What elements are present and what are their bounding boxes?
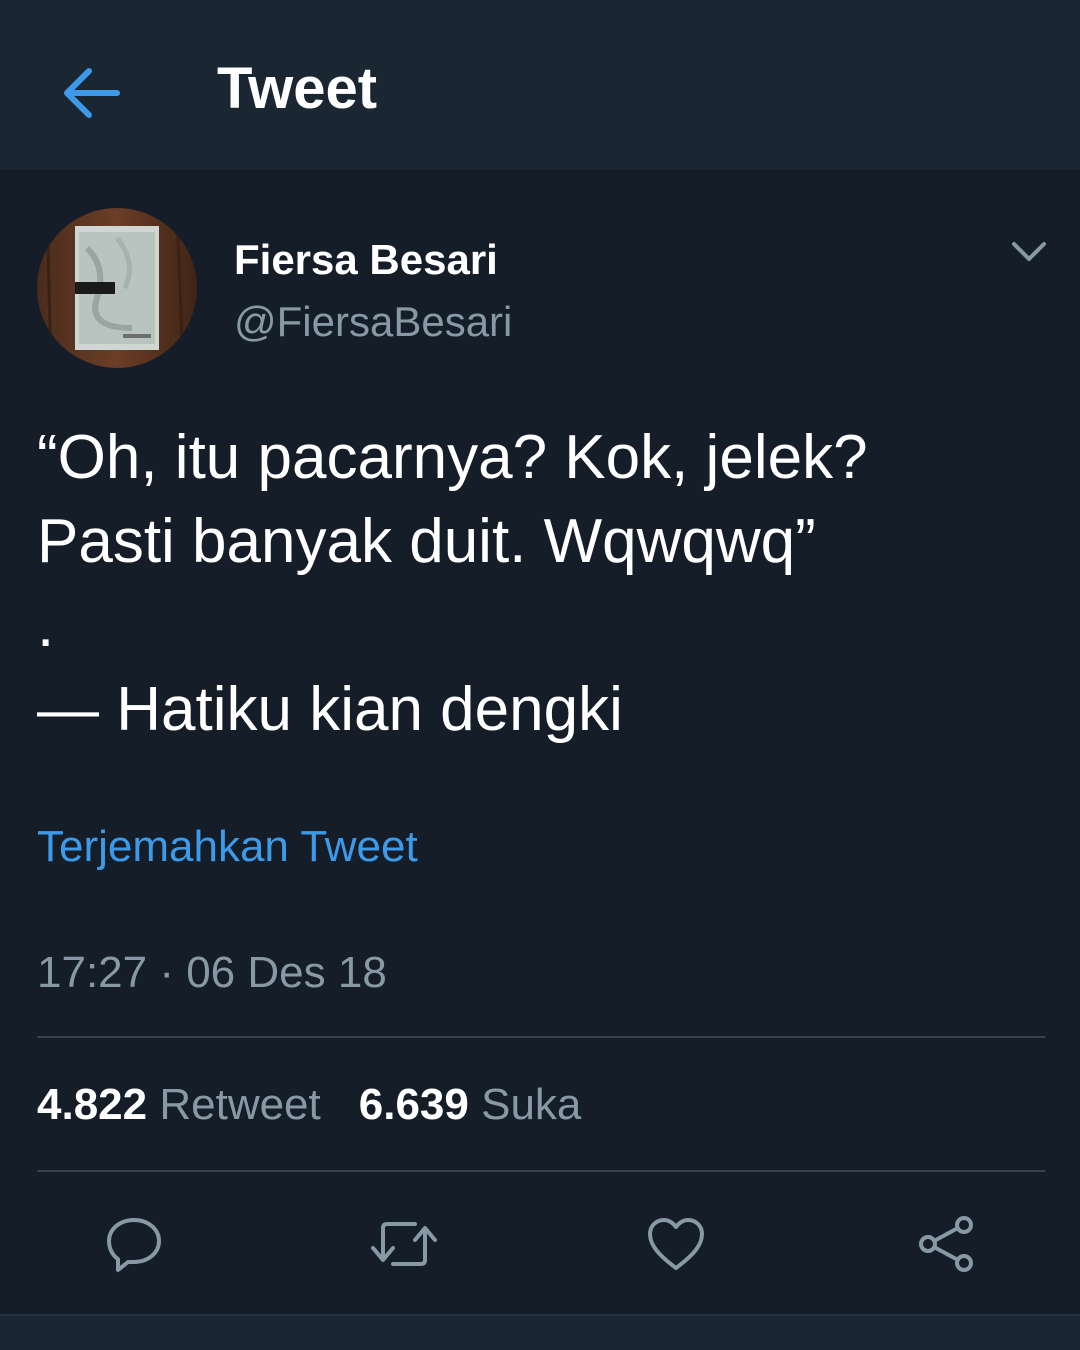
reply-icon bbox=[107, 1218, 161, 1272]
tweet-stats: 4.822 Retweet 6.639 Suka bbox=[37, 1078, 581, 1132]
page-title: Tweet bbox=[217, 56, 378, 121]
retweet-icon bbox=[371, 1222, 437, 1266]
reply-bar bbox=[0, 1314, 1080, 1350]
tweet-line: — Hatiku kian dengki bbox=[37, 675, 623, 744]
author-handle[interactable]: @FiersaBesari bbox=[234, 296, 512, 348]
tweet-line: . bbox=[37, 591, 55, 660]
tweet-timestamp: 17:27 · 06 Des 18 bbox=[37, 948, 387, 997]
top-app-bar: Tweet bbox=[0, 0, 1080, 172]
divider bbox=[37, 1170, 1045, 1172]
retweet-button[interactable] bbox=[370, 1210, 438, 1278]
heart-icon bbox=[648, 1218, 704, 1270]
back-button[interactable] bbox=[52, 58, 128, 128]
arrow-left-icon bbox=[64, 68, 120, 118]
like-stat[interactable]: 6.639 Suka bbox=[359, 1080, 582, 1129]
retweet-stat[interactable]: 4.822 Retweet bbox=[37, 1080, 321, 1129]
author-name[interactable]: Fiersa Besari bbox=[234, 234, 498, 286]
retweet-count: 4.822 bbox=[37, 1080, 148, 1129]
avatar[interactable] bbox=[37, 208, 197, 368]
like-count: 6.639 bbox=[358, 1080, 469, 1129]
tweet-text: “Oh, itu pacarnya? Kok, jelek? Pasti ban… bbox=[37, 416, 1047, 752]
translate-tweet-link[interactable]: Terjemahkan Tweet bbox=[37, 820, 418, 874]
share-icon bbox=[919, 1216, 973, 1272]
like-button[interactable] bbox=[642, 1210, 710, 1278]
retweet-label: Retweet bbox=[159, 1080, 321, 1129]
tweet-line: Pasti banyak duit. Wqwqwq” bbox=[37, 507, 816, 576]
chevron-down-icon bbox=[1012, 242, 1046, 261]
tweet-menu-button[interactable] bbox=[1004, 230, 1054, 274]
reply-button[interactable] bbox=[100, 1210, 168, 1278]
divider bbox=[37, 1036, 1045, 1038]
like-label: Suka bbox=[481, 1080, 582, 1129]
share-button[interactable] bbox=[912, 1210, 980, 1278]
tweet-line: “Oh, itu pacarnya? Kok, jelek? bbox=[37, 423, 868, 492]
